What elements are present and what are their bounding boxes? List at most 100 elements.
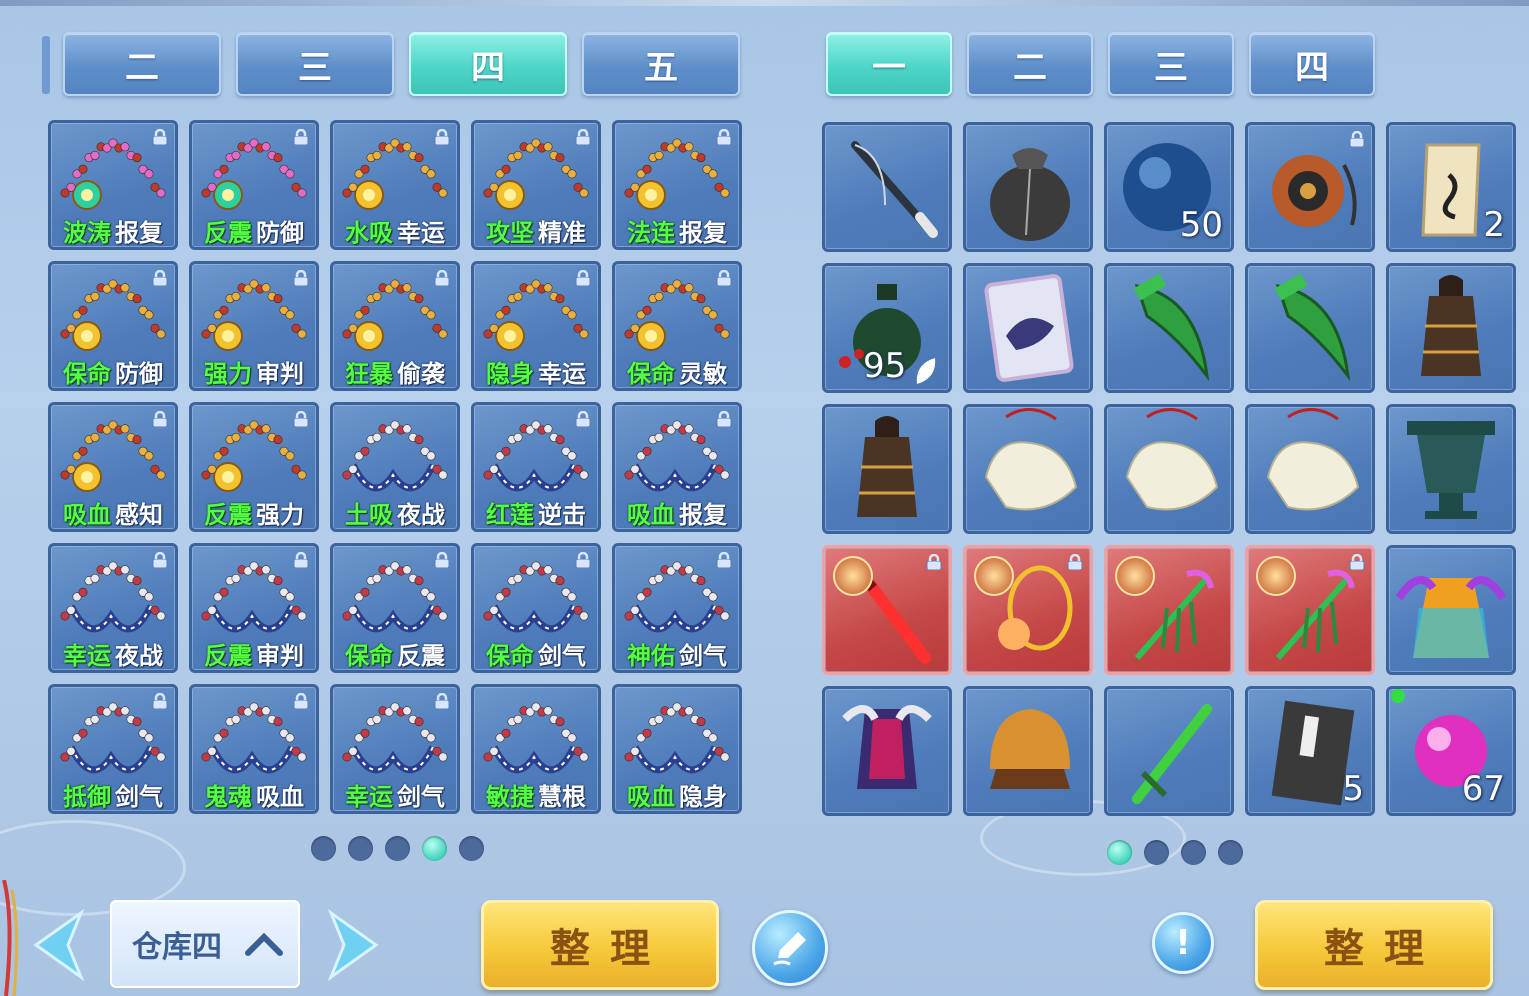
attribute-primary: 幸运: [345, 783, 393, 811]
item-attributes: 敏捷 慧根: [474, 777, 598, 811]
lock-icon: [152, 129, 168, 145]
backpack-slot[interactable]: 67: [1386, 686, 1516, 816]
backpack-slot[interactable]: 5: [1245, 686, 1375, 816]
next-warehouse-button[interactable]: [326, 905, 386, 985]
bronze-bell-icon: [857, 416, 917, 517]
backpack-slot[interactable]: [1245, 263, 1375, 393]
necklace-icon: [342, 420, 448, 492]
item-attributes: 波涛 报复: [51, 213, 175, 247]
backpack-slot[interactable]: [822, 404, 952, 534]
backpack-page-dot-1[interactable]: [1107, 840, 1132, 865]
warehouse-slot[interactable]: 敏捷 慧根: [471, 684, 601, 814]
warehouse-page-dot-2[interactable]: [348, 836, 373, 861]
backpack-slot[interactable]: [1104, 404, 1234, 534]
warehouse-slot[interactable]: 红莲 逆击: [471, 402, 601, 532]
item-quantity: 67: [1461, 769, 1505, 809]
backpack-page-dot-2[interactable]: [1144, 840, 1169, 865]
warehouse-slot[interactable]: 隐身 幸运: [471, 261, 601, 391]
warehouse-selector-label: 仓库四: [132, 930, 222, 965]
skill-badge-icon: [833, 556, 873, 596]
backpack-slot[interactable]: [1104, 263, 1234, 393]
rename-button[interactable]: [752, 910, 828, 986]
warehouse-slot[interactable]: 法连 报复: [612, 120, 742, 250]
warehouse-page-dot-5[interactable]: [459, 836, 484, 861]
attribute-secondary: 强力: [256, 501, 304, 529]
warehouse-slot[interactable]: 神佑 剑气: [612, 543, 742, 673]
backpack-slot[interactable]: [963, 686, 1093, 816]
attribute-primary: 幸运: [63, 642, 111, 670]
backpack-slot[interactable]: [1386, 404, 1516, 534]
rainbow-robe-icon: [1395, 576, 1507, 658]
sort-backpack-button[interactable]: 整理: [1255, 900, 1493, 990]
item-attributes: 水吸 幸运: [333, 213, 457, 247]
warehouse-slot[interactable]: 吸血 报复: [612, 402, 742, 532]
warehouse-slot[interactable]: 狂暴 偷袭: [330, 261, 460, 391]
backpack-slot[interactable]: [1245, 122, 1375, 252]
exclamation-icon: !: [1175, 923, 1191, 963]
warehouse-tab-4[interactable]: 五: [582, 32, 740, 96]
backpack-slot[interactable]: [1104, 545, 1234, 675]
backpack-slot[interactable]: 50: [1104, 122, 1234, 252]
backpack-page-dot-3[interactable]: [1181, 840, 1206, 865]
warehouse-slot[interactable]: 反震 审判: [189, 543, 319, 673]
jade-pendant-icon: [1266, 408, 1360, 511]
lock-icon: [293, 129, 309, 145]
backpack-slot[interactable]: 95: [822, 263, 952, 393]
backpack-slot[interactable]: [1245, 545, 1375, 675]
warehouse-slot[interactable]: 吸血 感知: [48, 402, 178, 532]
warehouse-slot[interactable]: 保命 剑气: [471, 543, 601, 673]
warehouse-slot[interactable]: 保命 灵敏: [612, 261, 742, 391]
warehouse-selector[interactable]: 仓库四: [110, 900, 300, 988]
warehouse-slot[interactable]: 幸运 夜战: [48, 543, 178, 673]
backpack-slot[interactable]: [1386, 545, 1516, 675]
warehouse-slot[interactable]: 攻坚 精准: [471, 120, 601, 250]
lock-icon: [716, 270, 732, 286]
backpack-tab-4[interactable]: 四: [1249, 32, 1375, 96]
backpack-slot[interactable]: 2: [1386, 122, 1516, 252]
item-attributes: 土吸 夜战: [333, 495, 457, 529]
info-button[interactable]: !: [1152, 912, 1214, 974]
warehouse-slot[interactable]: 保命 防御: [48, 261, 178, 391]
warehouse-slot[interactable]: 土吸 夜战: [330, 402, 460, 532]
backpack-slot[interactable]: [822, 122, 952, 252]
warehouse-slot[interactable]: 强力 审判: [189, 261, 319, 391]
sort-warehouse-button[interactable]: 整理: [481, 900, 719, 990]
backpack-slot[interactable]: [822, 545, 952, 675]
backpack-page-dot-4[interactable]: [1218, 840, 1243, 865]
item-attributes: 强力 审判: [192, 354, 316, 388]
backpack-slot[interactable]: [963, 404, 1093, 534]
warehouse-tab-2[interactable]: 三: [236, 32, 394, 96]
backpack-tab-1[interactable]: 一: [826, 32, 952, 96]
warehouse-slot[interactable]: 吸血 隐身: [612, 684, 742, 814]
warehouse-page-dot-4[interactable]: [422, 836, 447, 861]
backpack-tab-2[interactable]: 二: [967, 32, 1093, 96]
backpack-slot[interactable]: [963, 122, 1093, 252]
warehouse-slot[interactable]: 幸运 剑气: [330, 684, 460, 814]
golden-helmet-icon: [990, 709, 1070, 789]
backpack-tab-3[interactable]: 三: [1108, 32, 1234, 96]
backpack-page-dots: [1107, 840, 1243, 865]
warehouse-tab-1[interactable]: 二: [63, 32, 221, 96]
backpack-slot[interactable]: [963, 263, 1093, 393]
attribute-primary: 攻坚: [486, 219, 534, 247]
warehouse-tab-3[interactable]: 四: [409, 32, 567, 96]
backpack-slot[interactable]: [1104, 686, 1234, 816]
warehouse-page-dot-3[interactable]: [385, 836, 410, 861]
item-attributes: 鬼魂 吸血: [192, 777, 316, 811]
prev-warehouse-button[interactable]: [26, 905, 86, 985]
warehouse-slot[interactable]: 鬼魂 吸血: [189, 684, 319, 814]
warehouse-slot[interactable]: 反震 强力: [189, 402, 319, 532]
item-attributes: 反震 审判: [192, 636, 316, 670]
warehouse-page-dot-1[interactable]: [311, 836, 336, 861]
backpack-slot[interactable]: [822, 686, 952, 816]
backpack-slot[interactable]: [1245, 404, 1375, 534]
warehouse-slot[interactable]: 抵御 剑气: [48, 684, 178, 814]
backpack-slot[interactable]: [963, 545, 1093, 675]
backpack-slot[interactable]: [1386, 263, 1516, 393]
warehouse-slot[interactable]: 保命 反震: [330, 543, 460, 673]
warehouse-slot[interactable]: 波涛 报复: [48, 120, 178, 250]
warehouse-slot[interactable]: 反震 防御: [189, 120, 319, 250]
attribute-secondary: 剑气: [115, 783, 163, 811]
warehouse-slot[interactable]: 水吸 幸运: [330, 120, 460, 250]
attribute-secondary: 剑气: [397, 783, 445, 811]
